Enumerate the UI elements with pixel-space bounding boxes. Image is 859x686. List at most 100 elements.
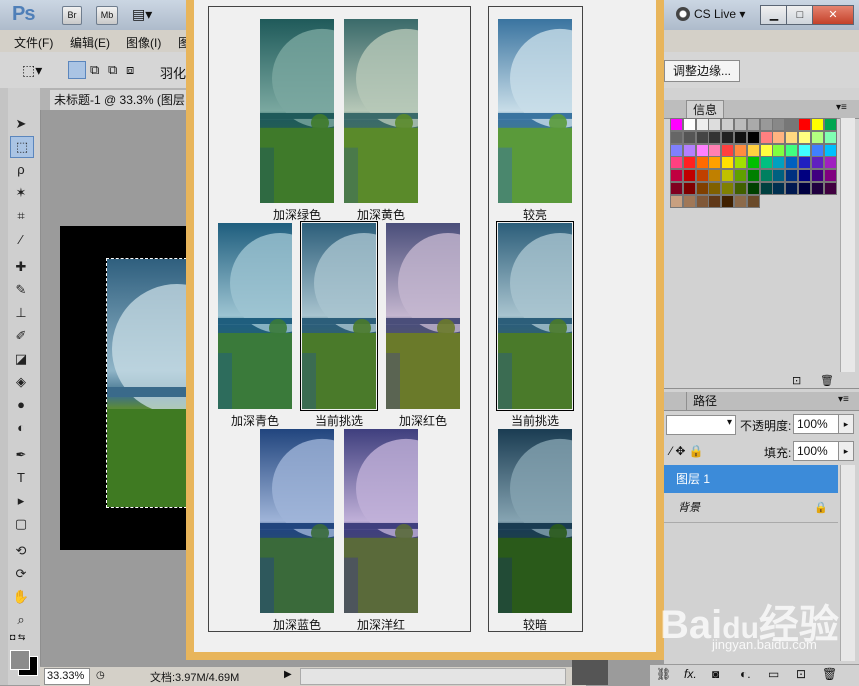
adjustment-layer-icon[interactable]: ◐. xyxy=(740,667,751,681)
color-swatch[interactable] xyxy=(798,156,811,170)
color-swatch[interactable] xyxy=(759,156,773,170)
color-swatch[interactable] xyxy=(798,130,811,144)
delete-layer-icon[interactable]: 🗑 xyxy=(822,667,837,681)
marquee-preset-icon[interactable]: ⬚▾ xyxy=(22,62,42,79)
hand-tool-icon[interactable]: ✋ xyxy=(10,587,32,607)
color-swatch[interactable] xyxy=(823,182,837,195)
panel-menu-icon[interactable]: ▾≡ xyxy=(836,102,847,113)
color-swatch[interactable] xyxy=(746,182,760,195)
new-layer-icon[interactable]: ⊡ xyxy=(796,667,806,681)
color-swatch[interactable] xyxy=(746,194,760,208)
color-swatch[interactable] xyxy=(682,169,696,183)
color-swatch[interactable] xyxy=(798,118,811,131)
color-swatch[interactable] xyxy=(682,143,696,157)
color-swatch[interactable] xyxy=(746,169,760,183)
document-tab[interactable]: 未标题-1 @ 33.3% (图层 xyxy=(50,90,190,110)
color-swatch[interactable] xyxy=(734,130,747,144)
pen-tool-icon[interactable]: ✒ xyxy=(10,445,32,465)
close-button[interactable]: ✕ xyxy=(812,5,854,25)
color-swatch[interactable] xyxy=(823,169,837,183)
move-tool-icon[interactable]: ➤ xyxy=(10,114,32,134)
tab-paths[interactable]: 路径 xyxy=(686,392,723,410)
variation-thumbnail-current-pick-2[interactable] xyxy=(496,221,574,411)
refine-edge-button[interactable]: 调整边缘... xyxy=(664,60,740,82)
color-swatch[interactable] xyxy=(695,130,709,144)
mini-bridge-button[interactable]: Mb xyxy=(96,6,118,25)
color-swatch[interactable] xyxy=(721,118,735,131)
color-swatch[interactable] xyxy=(785,169,799,183)
variation-thumbnail-more-magenta[interactable] xyxy=(344,429,418,613)
color-swatch[interactable] xyxy=(695,143,709,157)
eyedropper-icon[interactable]: ⁄ xyxy=(10,230,32,250)
color-swatch[interactable] xyxy=(734,169,747,183)
eraser-tool-icon[interactable]: ◪ xyxy=(10,349,32,369)
horizontal-scrollbar[interactable] xyxy=(300,668,566,685)
maximize-button[interactable]: □ xyxy=(786,5,814,25)
layers-scrollbar[interactable] xyxy=(840,465,855,661)
dodge-tool-icon[interactable]: ◐ xyxy=(10,418,32,438)
menu-image[interactable]: 图像(I) xyxy=(126,34,161,51)
color-swatch[interactable] xyxy=(759,118,773,131)
color-swatch[interactable] xyxy=(670,118,683,131)
menu-edit[interactable]: 编辑(E) xyxy=(70,34,110,51)
clone-stamp-icon[interactable]: ⊥ xyxy=(10,303,32,323)
color-swatch[interactable] xyxy=(772,169,786,183)
color-swatch[interactable] xyxy=(670,143,683,157)
new-selection-icon[interactable] xyxy=(68,61,86,79)
color-swatch[interactable] xyxy=(746,143,760,157)
variation-thumbnail-more-red[interactable] xyxy=(386,223,460,409)
color-swatch[interactable] xyxy=(670,156,683,170)
color-swatch[interactable] xyxy=(772,156,786,170)
color-swatch[interactable] xyxy=(670,194,683,208)
color-swatch[interactable] xyxy=(695,194,709,208)
opacity-field[interactable]: 100% xyxy=(793,414,840,434)
color-swatch[interactable] xyxy=(759,169,773,183)
blend-mode-select[interactable]: ▾ xyxy=(666,415,736,435)
color-swatch[interactable] xyxy=(823,156,837,170)
color-swatch[interactable] xyxy=(823,143,837,157)
color-swatch[interactable] xyxy=(695,156,709,170)
color-swatch[interactable] xyxy=(682,118,696,131)
type-tool-icon[interactable]: T xyxy=(10,468,32,488)
layer-style-icon[interactable]: fx. xyxy=(684,667,697,681)
color-swatch[interactable] xyxy=(798,182,811,195)
intersect-selection-icon[interactable]: ⧈ xyxy=(126,62,134,78)
color-swatch[interactable] xyxy=(708,130,722,144)
variation-thumbnail-more-yellow[interactable] xyxy=(344,19,418,203)
color-swatch[interactable] xyxy=(746,118,760,131)
color-swatch[interactable] xyxy=(695,169,709,183)
shape-tool-icon[interactable]: ▢ xyxy=(10,514,32,534)
variation-thumbnail-more-blue[interactable] xyxy=(260,429,334,613)
color-swatch[interactable] xyxy=(772,182,786,195)
color-swatch[interactable] xyxy=(772,118,786,131)
status-menu-icon[interactable]: ▶ xyxy=(284,669,292,680)
color-swatch[interactable] xyxy=(670,130,683,144)
variation-thumbnail-more-cyan[interactable] xyxy=(218,223,292,409)
color-swatch[interactable] xyxy=(682,130,696,144)
color-swatch[interactable] xyxy=(708,182,722,195)
color-swatch[interactable] xyxy=(708,194,722,208)
path-selection-icon[interactable]: ▸ xyxy=(10,491,32,511)
color-swatch[interactable] xyxy=(734,194,747,208)
color-swatch[interactable] xyxy=(708,143,722,157)
color-swatch[interactable] xyxy=(785,130,799,144)
color-swatch[interactable] xyxy=(734,143,747,157)
color-swatch[interactable] xyxy=(682,156,696,170)
color-swatch[interactable] xyxy=(721,169,735,183)
color-swatch[interactable] xyxy=(721,182,735,195)
lock-icons[interactable]: ⁄ ✥ 🔒 xyxy=(670,444,704,458)
lasso-tool-icon[interactable]: ρ xyxy=(10,160,32,180)
healing-brush-icon[interactable]: ✚ xyxy=(10,257,32,277)
color-swatch[interactable] xyxy=(798,169,811,183)
color-swatch[interactable] xyxy=(810,118,824,131)
color-swatch[interactable] xyxy=(785,143,799,157)
minimize-button[interactable]: ▁ xyxy=(760,5,788,25)
layer-row[interactable]: 背景 🔒 xyxy=(664,494,838,523)
color-swatch[interactable] xyxy=(746,156,760,170)
fill-field[interactable]: 100% xyxy=(793,441,840,461)
blur-tool-icon[interactable]: ● xyxy=(10,395,32,415)
color-swatch[interactable] xyxy=(785,156,799,170)
color-swatch[interactable] xyxy=(810,156,824,170)
color-swatch[interactable] xyxy=(708,118,722,131)
color-swatch[interactable] xyxy=(670,169,683,183)
